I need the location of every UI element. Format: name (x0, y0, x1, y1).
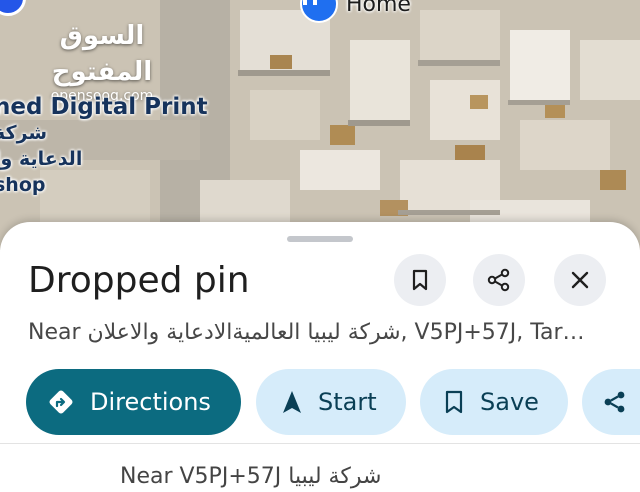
poi-label[interactable]: ned Digital Print شركة الدعاية وا shop (0, 94, 208, 198)
close-icon (571, 271, 589, 289)
watermark-arabic: السوق المفتوح (51, 21, 153, 87)
navigation-arrow-icon (283, 391, 301, 413)
start-button[interactable]: Start (256, 369, 406, 435)
home-icon (300, 0, 338, 23)
poi-name-english: ned Digital Print (0, 94, 208, 120)
poi-name-shop: shop (0, 174, 46, 196)
start-label: Start (318, 388, 377, 416)
place-title: Dropped pin (28, 260, 250, 301)
share-chip-button[interactable] (582, 369, 640, 435)
share-icon-button[interactable] (473, 254, 525, 306)
poi-name-arabic-2: الدعاية وا (0, 148, 83, 170)
save-label: Save (480, 388, 539, 416)
directions-label: Directions (90, 388, 211, 416)
drag-handle[interactable] (287, 236, 353, 242)
home-label: Home (346, 0, 411, 17)
place-address: Near شركة ليبيا العالميةالادعاية والاعلا… (28, 320, 585, 345)
share-icon (604, 391, 625, 413)
map-view[interactable]: السوق المفتوح opensooq.com Home ned Digi… (0, 0, 640, 250)
bookmark-icon (412, 269, 428, 291)
bookmark-outline-icon (445, 390, 463, 414)
next-section-text: Near V5PJ+57J شركة ليبيا (120, 464, 382, 489)
section-divider (0, 443, 640, 444)
save-button[interactable]: Save (420, 369, 568, 435)
close-button[interactable] (554, 254, 606, 306)
poi-name-arabic-1: شركة (0, 122, 48, 144)
home-marker[interactable]: Home (300, 0, 411, 23)
share-icon (487, 268, 510, 292)
opensooq-watermark: السوق المفتوح opensooq.com (22, 18, 182, 104)
directions-icon (49, 390, 73, 414)
save-icon-button[interactable] (394, 254, 446, 306)
directions-button[interactable]: Directions (26, 369, 241, 435)
place-bottom-sheet: Dropped pin Near شركة ليبيا العالميةالاد… (0, 222, 640, 492)
